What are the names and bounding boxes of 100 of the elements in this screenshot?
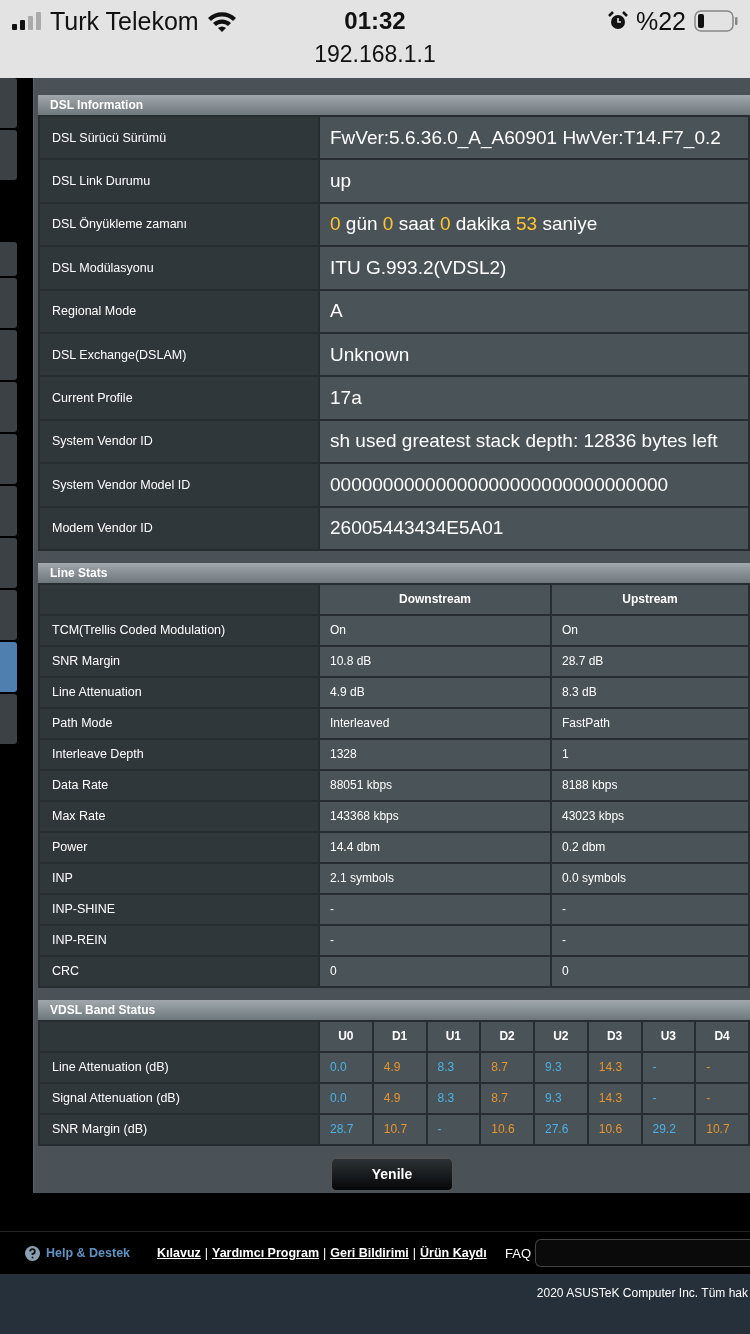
table-cell: 00000000000000000000000000000000: [319, 463, 749, 507]
table-cell: On: [551, 614, 749, 646]
table-cell: DSL Exchange(DSLAM): [39, 332, 319, 377]
table-cell: sh used greatest stack depth: 12836 bytes left: [319, 419, 749, 464]
table-cell: Interleaved: [319, 707, 551, 739]
table-cell: Line Attenuation: [39, 676, 319, 708]
table-cell: 8.3: [426, 1082, 481, 1114]
table-cell: Regional Mode: [39, 289, 319, 333]
copyright-text: 2020 ASUSTeK Computer Inc. Tüm hak: [536, 1286, 749, 1302]
table-cell: 27.6: [534, 1113, 588, 1145]
table-cell: 9.3: [534, 1082, 588, 1114]
table-cell: 28.7 dB: [551, 645, 749, 677]
column-header: U1: [426, 1020, 481, 1052]
column-header: U2: [534, 1020, 588, 1052]
footer-link[interactable]: Kılavuz: [157, 1246, 201, 1260]
table-cell: 1: [551, 738, 749, 770]
table-cell: 88051 kbps: [319, 769, 551, 801]
table-cell: 1328: [319, 738, 551, 770]
table-cell: 10.7: [695, 1113, 749, 1145]
table-cell: Current Profile: [39, 376, 319, 420]
table-cell: Modem Vendor ID: [39, 506, 319, 550]
footer-link[interactable]: Ürün Kaydı: [420, 1246, 487, 1260]
table-cell: System Vendor ID: [39, 419, 319, 464]
column-header: Downstream: [319, 583, 551, 615]
table-cell: -: [695, 1051, 749, 1083]
table-cell: SNR Margin: [39, 645, 319, 677]
clock-time: 01:32: [344, 7, 406, 35]
table-cell: FwVer:5.6.36.0_A_A60901 HwVer:T14.F7_0.2: [319, 116, 749, 160]
table-cell: 10.8 dB: [319, 645, 551, 677]
table-cell: Signal Attenuation (dB): [39, 1082, 319, 1114]
table-cell: 14.4 dbm: [319, 831, 551, 863]
table-cell: 10.6: [480, 1113, 534, 1145]
table-cell: 29.2: [641, 1113, 696, 1145]
table-cell: 17a: [319, 376, 749, 420]
column-header: U3: [641, 1020, 696, 1052]
table-cell: 143368 kbps: [319, 800, 551, 832]
table-cell: Unknown: [319, 332, 749, 377]
table-cell: 8.7: [480, 1051, 534, 1083]
table-cell: -: [551, 893, 749, 925]
table-cell: up: [319, 159, 749, 203]
table-cell: -: [695, 1082, 749, 1114]
battery-percent: %22: [635, 6, 686, 36]
table-cell: 28.7: [319, 1113, 373, 1145]
table-cell: Interleave Depth: [39, 738, 319, 770]
table-cell: 0.0 symbols: [551, 862, 749, 894]
table-cell: 14.3: [587, 1051, 642, 1083]
table-cell: DSL Modülasyonu: [39, 246, 319, 290]
column-header: Upstream: [551, 583, 749, 615]
table-cell: 2.1 symbols: [319, 862, 551, 894]
column-header: D2: [480, 1020, 534, 1052]
column-header: D4: [695, 1020, 749, 1052]
wifi-icon: [206, 10, 237, 32]
sidebar-tab[interactable]: [0, 642, 18, 692]
table-cell: Line Attenuation (dB): [39, 1051, 319, 1083]
battery-icon: [694, 10, 738, 32]
table-cell: DSL Sürücü Sürümü: [39, 116, 319, 160]
column-header: D1: [372, 1020, 427, 1052]
section-header: VDSL Band Status: [38, 999, 750, 1020]
table-cell: Data Rate: [39, 769, 319, 801]
table-cell: 9.3: [534, 1051, 588, 1083]
table-cell: 10.6: [587, 1113, 642, 1145]
table-cell: 0.0: [319, 1082, 373, 1114]
carrier-name: Turk Telekom: [50, 6, 199, 36]
table-cell: 8188 kbps: [551, 769, 749, 801]
table-cell: -: [641, 1051, 696, 1083]
table-cell: 0.0: [319, 1051, 373, 1083]
table-cell: 4.9: [372, 1051, 427, 1083]
faq-search-field[interactable]: [535, 1239, 750, 1267]
table-cell: TCM(Trellis Coded Modulation): [39, 614, 319, 646]
table-cell: 4.9: [372, 1082, 427, 1114]
footer-link[interactable]: Yardımcı Program: [212, 1246, 319, 1260]
table-cell: 14.3: [587, 1082, 642, 1114]
table-cell: 8.3 dB: [551, 676, 749, 708]
table-cell: ITU G.993.2(VDSL2): [319, 246, 749, 290]
link-separator: |: [323, 1246, 327, 1260]
table-cell: Power: [39, 831, 319, 863]
table-cell: A: [319, 289, 749, 333]
column-header: D3: [587, 1020, 642, 1052]
table-cell: -: [319, 893, 551, 925]
section-header: DSL Information: [38, 95, 750, 115]
table-cell: System Vendor Model ID: [39, 463, 319, 507]
table-cell: FastPath: [551, 707, 749, 739]
table-cell: SNR Margin (dB): [39, 1113, 319, 1145]
page-url: 192.168.1.1: [313, 41, 437, 68]
table-cell: 8.3: [426, 1051, 481, 1083]
help-link[interactable]: Help & Destek: [46, 1246, 131, 1260]
section-header: Line Stats: [38, 562, 750, 583]
footer-link[interactable]: Geri Bildirimi: [330, 1246, 409, 1260]
table-cell: Path Mode: [39, 707, 319, 739]
help-icon: [25, 1245, 40, 1261]
table-cell: On: [319, 614, 551, 646]
table-cell: DSL Link Durumu: [39, 159, 319, 203]
table-cell: 26005443434E5A01: [319, 506, 749, 550]
table-cell: 10.7: [372, 1113, 427, 1145]
table-cell: INP-SHINE: [39, 893, 319, 925]
table-cell: DSL Önyükleme zamanı: [39, 202, 319, 247]
faq-label: FAQ: [505, 1245, 532, 1261]
column-header: U0: [319, 1020, 373, 1052]
table-cell: 4.9 dB: [319, 676, 551, 708]
refresh-button[interactable]: Yenile: [331, 1157, 453, 1191]
